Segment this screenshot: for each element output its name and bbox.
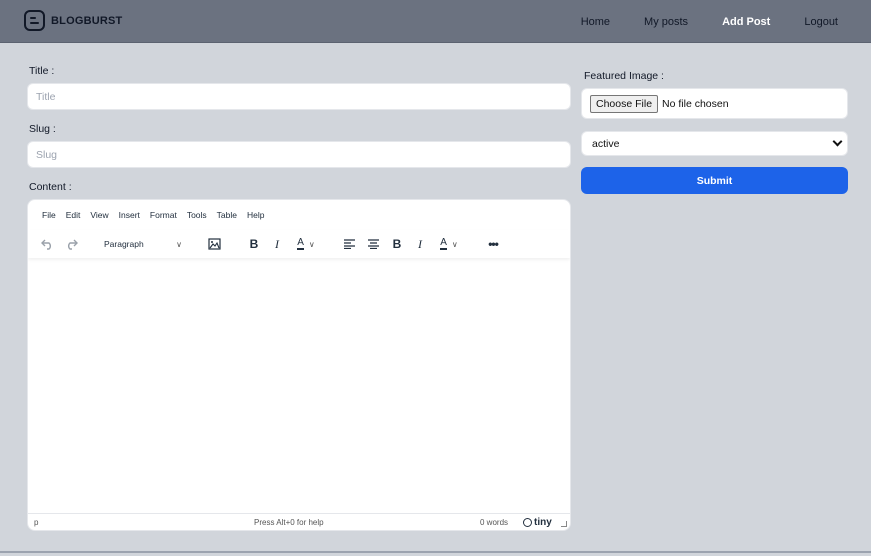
brand-logo[interactable]: BLOGBURST xyxy=(24,10,122,31)
slug-label: Slug : xyxy=(29,123,56,135)
tiny-logo-icon xyxy=(523,517,532,527)
menu-insert[interactable]: Insert xyxy=(119,210,140,220)
more-options-icon[interactable]: ••• xyxy=(484,234,502,254)
menu-format[interactable]: Format xyxy=(150,210,177,220)
nav-my-posts[interactable]: My posts xyxy=(627,16,705,28)
align-left-icon[interactable] xyxy=(341,234,357,254)
italic-icon[interactable]: I xyxy=(412,234,428,254)
block-format-value: Paragraph xyxy=(104,239,144,249)
submit-button[interactable]: Submit xyxy=(581,167,848,194)
align-center-icon[interactable] xyxy=(365,234,381,254)
block-format-dropdown[interactable]: Paragraph ∨ xyxy=(100,234,186,254)
nav-add-post[interactable]: Add Post xyxy=(705,16,787,28)
slug-input[interactable] xyxy=(27,141,571,168)
file-status-text: No file chosen xyxy=(662,97,729,110)
redo-icon[interactable] xyxy=(62,234,80,254)
menu-tools[interactable]: Tools xyxy=(187,210,207,220)
title-input[interactable] xyxy=(27,83,571,110)
status-select[interactable]: active xyxy=(581,131,848,156)
nav-logout[interactable]: Logout xyxy=(787,16,871,28)
tiny-brand-text: tiny xyxy=(534,516,552,528)
element-path[interactable]: p xyxy=(34,518,38,527)
chevron-down-icon xyxy=(832,136,843,147)
menu-file[interactable]: File xyxy=(42,210,56,220)
status-select-value: active xyxy=(592,137,620,150)
editor-toolbar: Paragraph ∨ B I A ∨ B I A ∨ ••• xyxy=(28,230,570,258)
undo-icon[interactable] xyxy=(38,234,56,254)
featured-image-label: Featured Image : xyxy=(584,70,664,82)
resize-handle-icon[interactable] xyxy=(561,521,567,527)
bold-icon[interactable]: B xyxy=(389,234,405,254)
word-count[interactable]: 0 words xyxy=(480,518,508,527)
editor-statusbar: p Press Alt+0 for help 0 words tiny xyxy=(28,513,570,530)
brand-name: BLOGBURST xyxy=(51,14,123,27)
editor-content-area[interactable] xyxy=(28,260,570,514)
help-hint: Press Alt+0 for help xyxy=(254,517,324,527)
main-nav: Home My posts Add Post Logout xyxy=(564,0,871,43)
tiny-brand[interactable]: tiny xyxy=(523,517,552,528)
menu-help[interactable]: Help xyxy=(247,210,264,220)
top-navbar: BLOGBURST Home My posts Add Post Logout xyxy=(0,0,871,43)
highlight-color-icon[interactable]: A ∨ xyxy=(434,234,464,254)
title-label: Title : xyxy=(29,65,55,77)
choose-file-button[interactable]: Choose File xyxy=(590,94,659,113)
editor-menubar: File Edit View Insert Format Tools Table… xyxy=(28,200,274,230)
rich-text-editor: File Edit View Insert Format Tools Table… xyxy=(27,199,571,531)
text-color-icon[interactable]: A ∨ xyxy=(291,234,321,254)
menu-table[interactable]: Table xyxy=(217,210,237,220)
page-divider xyxy=(0,551,871,553)
content-label: Content : xyxy=(29,181,72,193)
featured-image-input: Choose File No file chosen xyxy=(581,88,848,119)
nav-home[interactable]: Home xyxy=(564,16,627,28)
blog-logo-icon xyxy=(24,10,45,31)
italic-icon[interactable]: I xyxy=(269,234,285,254)
chevron-down-icon: ∨ xyxy=(176,239,182,249)
bold-icon[interactable]: B xyxy=(246,234,262,254)
menu-edit[interactable]: Edit xyxy=(66,210,81,220)
insert-image-icon[interactable] xyxy=(204,234,224,254)
menu-view[interactable]: View xyxy=(90,210,108,220)
